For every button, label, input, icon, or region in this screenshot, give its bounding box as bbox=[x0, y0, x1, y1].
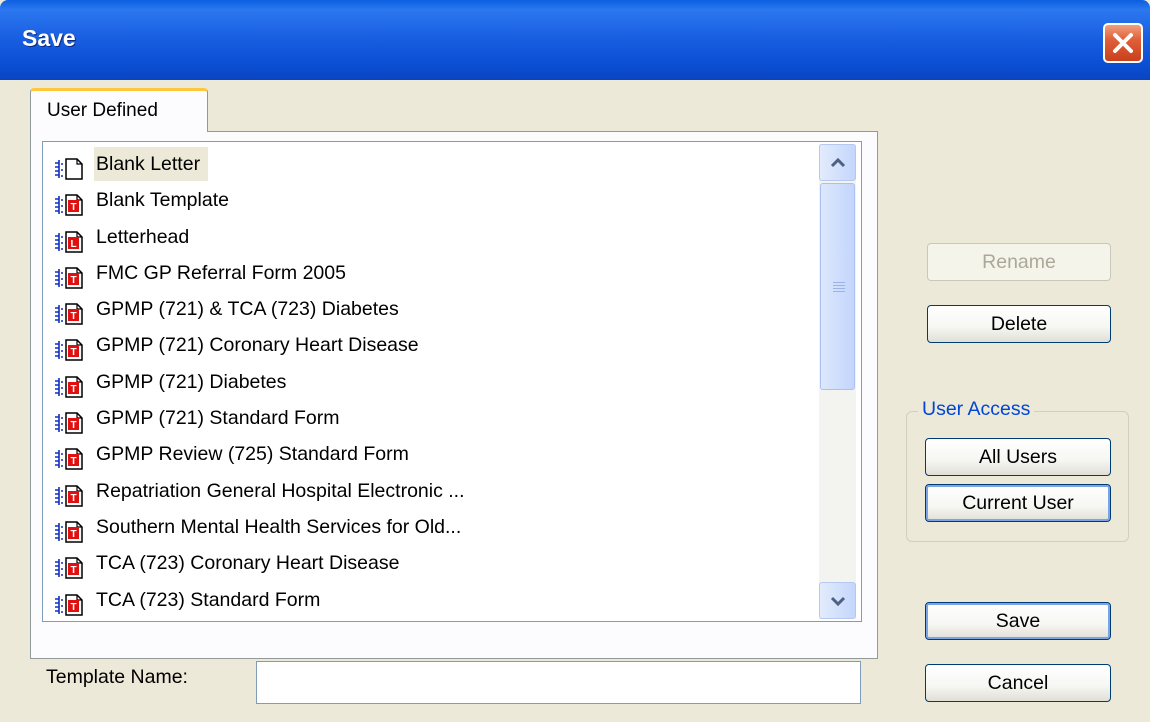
delete-button[interactable]: Delete bbox=[927, 305, 1111, 343]
list-item-label: GPMP (721) & TCA (723) Diabetes bbox=[96, 298, 399, 321]
template-list-items: Blank Letter T Blank Template L Letterhead T F… bbox=[52, 147, 812, 619]
svg-text:T: T bbox=[70, 311, 76, 322]
svg-text:T: T bbox=[70, 456, 76, 467]
template-document-icon: T bbox=[53, 337, 93, 362]
scroll-thumb[interactable] bbox=[820, 183, 855, 390]
svg-text:T: T bbox=[70, 202, 76, 213]
list-item-label: Repatriation General Hospital Electronic… bbox=[96, 479, 465, 502]
list-item-label: TCA (723) Standard Form bbox=[96, 588, 321, 611]
list-item-label: Southern Mental Health Services for Old.… bbox=[96, 515, 462, 538]
svg-text:T: T bbox=[70, 493, 76, 504]
tab-user-defined[interactable]: User Defined bbox=[30, 88, 208, 132]
save-dialog: Save User Defined Blank Letter T Blank Tem… bbox=[0, 0, 1150, 722]
letterhead-document-icon: L bbox=[53, 229, 93, 253]
user-access-group bbox=[906, 411, 1129, 542]
svg-text:T: T bbox=[70, 347, 76, 358]
title-bar[interactable]: Save bbox=[0, 0, 1150, 80]
blank-document-icon bbox=[53, 156, 93, 180]
template-document-icon: T bbox=[53, 519, 93, 543]
list-item-label: GPMP (721) Standard Form bbox=[96, 407, 340, 430]
close-icon bbox=[1113, 33, 1133, 53]
list-item[interactable]: T TCA (723) Coronary Heart Disease bbox=[52, 546, 812, 582]
template-document-icon: T bbox=[53, 592, 93, 616]
current-user-button-label: Current User bbox=[962, 492, 1074, 514]
template-document-icon: T bbox=[53, 301, 93, 325]
list-item[interactable]: T Southern Mental Health Services for Old… bbox=[52, 510, 812, 546]
list-item-label: GPMP Review (725) Standard Form bbox=[96, 443, 409, 466]
window-title: Save bbox=[22, 25, 76, 51]
list-item[interactable]: Blank Letter bbox=[52, 147, 812, 183]
rename-button[interactable]: Rename bbox=[927, 243, 1111, 281]
template-document-icon: T bbox=[53, 374, 93, 398]
list-item[interactable]: T GPMP (721) Diabetes bbox=[52, 365, 812, 401]
template-document-icon: T bbox=[53, 192, 93, 217]
current-user-button[interactable]: Current User bbox=[925, 484, 1111, 522]
list-item-label: Blank Letter bbox=[94, 147, 209, 181]
list-item[interactable]: T TCA (723) Standard Form bbox=[52, 583, 812, 619]
svg-text:T: T bbox=[70, 529, 76, 540]
template-name-label: Template Name: bbox=[46, 666, 188, 688]
svg-text:T: T bbox=[70, 384, 76, 395]
save-button[interactable]: Save bbox=[925, 602, 1111, 640]
user-access-label: User Access bbox=[918, 398, 1035, 421]
template-document-icon: T bbox=[53, 265, 93, 289]
save-button-label: Save bbox=[995, 610, 1041, 632]
svg-text:T: T bbox=[70, 420, 76, 431]
list-item-label: Blank Template bbox=[96, 189, 229, 212]
svg-text:L: L bbox=[70, 239, 76, 250]
cancel-button[interactable]: Cancel bbox=[925, 664, 1111, 702]
rename-button-label: Rename bbox=[982, 251, 1056, 273]
list-item[interactable]: T FMC GP Referral Form 2005 bbox=[52, 256, 812, 292]
svg-text:T: T bbox=[70, 565, 76, 576]
list-item[interactable]: T GPMP Review (725) Standard Form bbox=[52, 437, 812, 473]
all-users-button[interactable]: All Users bbox=[925, 438, 1111, 476]
all-users-button-label: All Users bbox=[978, 446, 1057, 468]
template-document-icon: T bbox=[53, 446, 93, 471]
svg-text:T: T bbox=[70, 275, 76, 286]
list-item[interactable]: T Blank Template bbox=[52, 183, 812, 219]
chevron-down-icon bbox=[830, 596, 846, 607]
scroll-down-button[interactable] bbox=[819, 582, 856, 619]
list-item[interactable]: T Repatriation General Hospital Electroni… bbox=[52, 474, 812, 510]
chevron-up-icon bbox=[830, 157, 846, 168]
list-item[interactable]: L Letterhead bbox=[52, 220, 812, 256]
template-document-icon: T bbox=[53, 410, 93, 434]
list-item-label: TCA (723) Coronary Heart Disease bbox=[96, 552, 400, 575]
template-document-icon: T bbox=[53, 483, 93, 507]
delete-button-label: Delete bbox=[990, 313, 1048, 335]
svg-text:T: T bbox=[70, 602, 76, 613]
list-item-label: FMC GP Referral Form 2005 bbox=[96, 261, 346, 284]
scroll-up-button[interactable] bbox=[819, 144, 856, 181]
template-document-icon: T bbox=[53, 555, 93, 580]
vertical-scrollbar[interactable] bbox=[819, 144, 856, 619]
list-item[interactable]: T GPMP (721) Standard Form bbox=[52, 401, 812, 437]
close-button[interactable] bbox=[1103, 23, 1143, 63]
template-list[interactable]: Blank Letter T Blank Template L Letterhead T F… bbox=[42, 141, 862, 622]
list-item[interactable]: T GPMP (721) Coronary Heart Disease bbox=[52, 328, 812, 364]
template-name-input[interactable] bbox=[256, 661, 861, 704]
cancel-button-label: Cancel bbox=[987, 672, 1049, 694]
list-item-label: GPMP (721) Coronary Heart Disease bbox=[96, 334, 419, 357]
tab-label: User Defined bbox=[47, 100, 158, 121]
list-item-label: Letterhead bbox=[96, 225, 190, 248]
list-item[interactable]: T GPMP (721) & TCA (723) Diabetes bbox=[52, 292, 812, 328]
list-item-label: GPMP (721) Diabetes bbox=[96, 370, 287, 393]
